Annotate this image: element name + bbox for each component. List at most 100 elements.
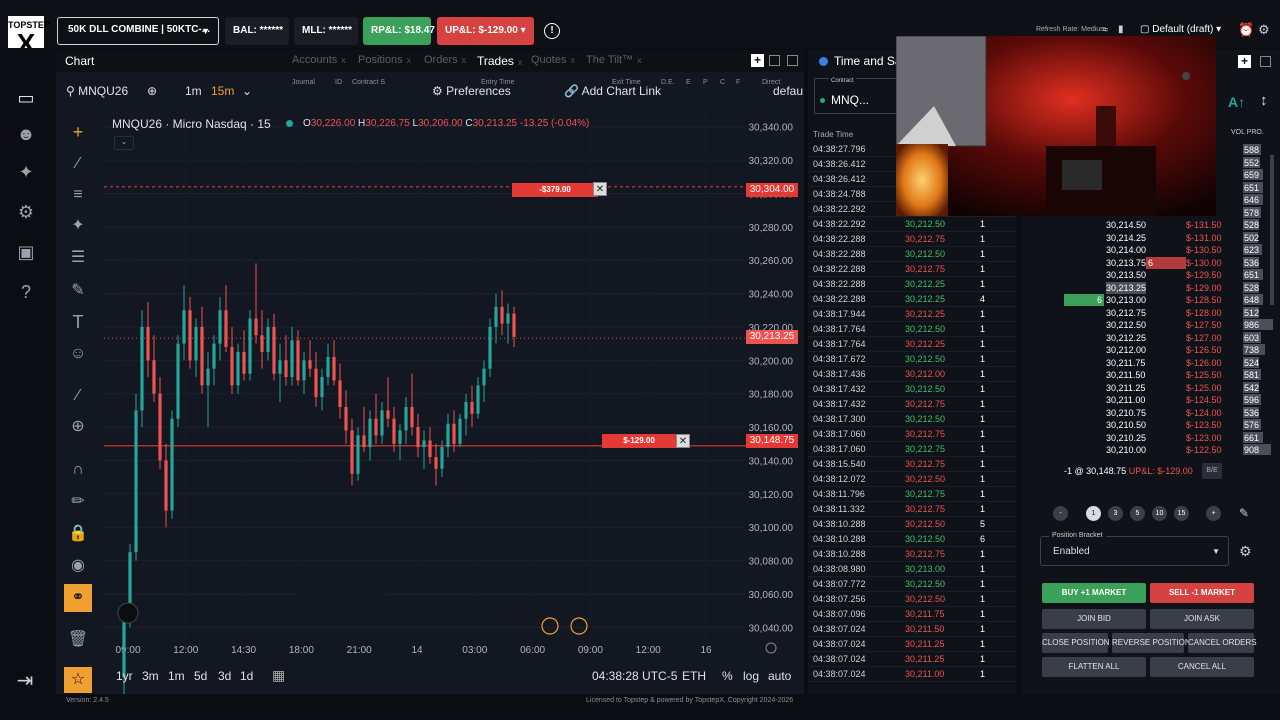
- session-eth[interactable]: ETH: [682, 669, 706, 683]
- maximize-icon[interactable]: [1260, 56, 1271, 67]
- ladder-row[interactable]: 30,211.25 $-125.00 542: [1022, 381, 1280, 394]
- center-ladder-icon[interactable]: ↕: [1260, 92, 1268, 109]
- ladder-row[interactable]: 30,210.75 $-124.00 536: [1022, 406, 1280, 419]
- unrealized-pnl-badge[interactable]: UP&L: $-129.00 ▾: [437, 17, 534, 45]
- sell-market-button[interactable]: SELL -1 MARKET: [1150, 583, 1254, 603]
- eye-icon[interactable]: ◉: [64, 552, 92, 580]
- qty-10-button[interactable]: 10: [1152, 506, 1167, 521]
- trash-icon[interactable]: 🗑: [64, 626, 92, 654]
- settings-icon[interactable]: ⚙: [12, 198, 40, 226]
- reverse-position-button[interactable]: REVERSE POSITION: [1112, 633, 1191, 653]
- position-bracket-select[interactable]: Position Bracket Enabled ▼: [1040, 532, 1229, 566]
- ladder-row[interactable]: 30,210.25 $-123.00 661: [1022, 431, 1280, 444]
- fib-tool-icon[interactable]: ☰: [64, 244, 92, 272]
- close-icon[interactable]: ✕: [593, 182, 607, 196]
- ladder-row[interactable]: 30,211.50 $-125.50 581: [1022, 369, 1280, 381]
- x-axis-tick-label: 21:00: [347, 645, 372, 656]
- info-icon[interactable]: !: [544, 23, 560, 39]
- join-bid-button[interactable]: JOIN BID: [1042, 609, 1146, 629]
- ladder-row[interactable]: 30,212.00 $-126.50 738: [1022, 344, 1280, 356]
- add-panel-button[interactable]: +: [1238, 55, 1251, 68]
- tv-icon[interactable]: ▣: [12, 238, 40, 266]
- pencil-lock-icon[interactable]: ✏: [64, 488, 92, 516]
- emoji-tool-icon[interactable]: ☺: [64, 340, 92, 368]
- contract-select[interactable]: Contract MNQ...: [814, 78, 902, 114]
- range-3d[interactable]: 3d: [218, 669, 231, 683]
- candle-body: [362, 435, 366, 448]
- lock-icon[interactable]: 🔒: [64, 520, 92, 548]
- join-ask-button[interactable]: JOIN ASK: [1150, 609, 1254, 629]
- percent-scale-toggle[interactable]: %: [722, 669, 733, 683]
- order-tag-position[interactable]: $-129.00: [602, 434, 676, 448]
- ladder-scrollbar[interactable]: [1270, 155, 1274, 305]
- chart-canvas[interactable]: 30,340.0030,320.0030,300.0030,280.0030,2…: [56, 50, 804, 694]
- community-icon[interactable]: ☻: [12, 120, 40, 148]
- help-icon[interactable]: ?: [12, 278, 40, 306]
- link-icon[interactable]: ⚭: [64, 584, 92, 612]
- breakeven-button[interactable]: B/E: [1202, 463, 1222, 479]
- ladder-row[interactable]: 30,210.50 $-123.50 576: [1022, 419, 1280, 431]
- ladder-row[interactable]: 30,212.50 $-127.50 986: [1022, 319, 1280, 331]
- favorite-star-icon[interactable]: ☆: [64, 667, 92, 693]
- cancel-orders-button[interactable]: CANCEL ORDERS: [1188, 633, 1257, 653]
- chart-clock[interactable]: 04:38:28 UTC-5: [592, 669, 677, 683]
- qty-5-button[interactable]: 5: [1130, 506, 1145, 521]
- realized-pnl-badge[interactable]: RP&L: $18.47: [363, 17, 435, 45]
- gear-icon[interactable]: ⚙: [1258, 22, 1270, 38]
- brush-tool-icon[interactable]: ✎: [64, 277, 92, 305]
- calendar-icon[interactable]: ▦: [272, 667, 285, 684]
- qty-1-button[interactable]: 1: [1086, 506, 1101, 521]
- trendline-tool-icon[interactable]: ∕: [64, 150, 92, 178]
- range-1yr[interactable]: 1yr: [116, 669, 133, 683]
- range-3m[interactable]: 3m: [142, 669, 159, 683]
- close-position-button[interactable]: CLOSE POSITION: [1042, 633, 1110, 653]
- chart-nav-icon[interactable]: ▭: [12, 84, 40, 112]
- ladder-row[interactable]: 30,211.75 $-126.00 524: [1022, 356, 1280, 369]
- qty-increment-button[interactable]: +: [1206, 506, 1221, 521]
- horizontal-lines-tool-icon[interactable]: ≡: [64, 181, 92, 209]
- qty-15-button[interactable]: 15: [1174, 506, 1189, 521]
- collapse-legend-button[interactable]: ⌄: [114, 136, 134, 150]
- bid-size-cell[interactable]: 6: [1064, 294, 1104, 306]
- qty-3-button[interactable]: 3: [1108, 506, 1123, 521]
- account-select[interactable]: 50K DLL COMBINE | 50KTC-... ▼: [57, 17, 219, 45]
- zoom-in-icon[interactable]: ⊕: [64, 413, 92, 441]
- gear-icon[interactable]: ⚙: [1239, 543, 1252, 560]
- text-tool-icon[interactable]: T: [64, 308, 92, 336]
- alarm-icon[interactable]: ⏰: [1238, 22, 1254, 38]
- pencil-icon[interactable]: ✎: [1239, 506, 1249, 520]
- log-scale-toggle[interactable]: log: [743, 669, 759, 683]
- qty-decrement-button[interactable]: -: [1053, 506, 1068, 521]
- layout-select[interactable]: ▢ Default (draft) ▾: [1140, 24, 1221, 35]
- buy-market-button[interactable]: BUY +1 MARKET: [1042, 583, 1146, 603]
- ladder-row[interactable]: 30,213.75 $-130.00 536 6: [1022, 256, 1280, 269]
- ladder-row[interactable]: 30,213.00 $-128.50 648 6: [1022, 294, 1280, 306]
- ladder-row[interactable]: 30,214.00 $-130.50 623: [1022, 244, 1280, 256]
- ladder-row[interactable]: 30,212.75 $-128.00 512: [1022, 306, 1280, 319]
- logout-icon[interactable]: ⇥: [12, 668, 38, 694]
- pattern-tool-icon[interactable]: ✦: [64, 212, 92, 240]
- ladder-row[interactable]: 30,213.25 $-129.00 528: [1022, 281, 1280, 294]
- ladder-row[interactable]: 30,214.25 $-131.00 502: [1022, 231, 1280, 244]
- auto-scale-toggle[interactable]: auto: [768, 669, 791, 683]
- flatten-all-button[interactable]: FLATTEN ALL: [1042, 657, 1146, 677]
- order-tag-upper[interactable]: -$379.00: [512, 183, 598, 197]
- balance-badge[interactable]: BAL: ******: [225, 17, 289, 45]
- font-size-icon[interactable]: A↑: [1228, 94, 1245, 110]
- ladder-row[interactable]: 30,211.00 $-124.50 596: [1022, 394, 1280, 406]
- range-1m[interactable]: 1m: [168, 669, 185, 683]
- ask-size-cell[interactable]: 6: [1146, 256, 1186, 269]
- range-1d[interactable]: 1d: [240, 669, 253, 683]
- crosshair-tool-icon[interactable]: +: [64, 118, 92, 146]
- ladder-row[interactable]: 30,210.00 $-122.50 908: [1022, 444, 1280, 456]
- mll-badge[interactable]: MLL: ******: [294, 17, 358, 45]
- ladder-row[interactable]: 30,213.50 $-129.50 651: [1022, 269, 1280, 281]
- magnet-icon[interactable]: ∩: [64, 456, 92, 484]
- cancel-all-button[interactable]: CANCEL ALL: [1150, 657, 1254, 677]
- ruler-tool-icon[interactable]: ∕: [64, 382, 92, 410]
- ladder-row[interactable]: 30,214.50 $-131.50 528: [1022, 219, 1280, 231]
- ladder-row[interactable]: 30,212.25 $-127.00 603: [1022, 331, 1280, 344]
- close-icon[interactable]: ✕: [676, 434, 690, 448]
- range-5d[interactable]: 5d: [194, 669, 207, 683]
- analytics-icon[interactable]: ✦: [12, 158, 40, 186]
